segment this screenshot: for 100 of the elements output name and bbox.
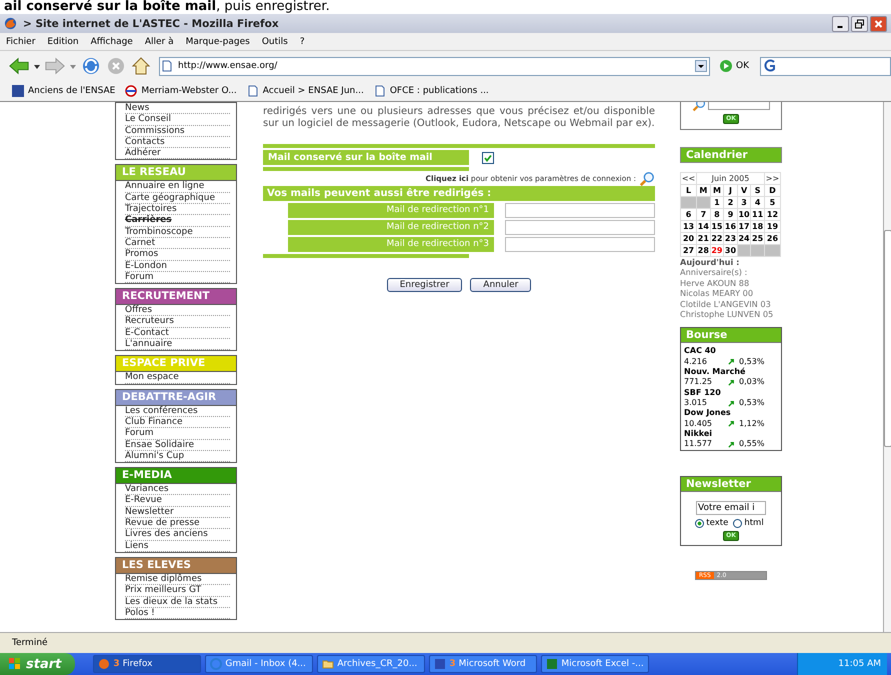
- sidebar-link[interactable]: Carte géographique: [125, 192, 230, 204]
- calendar-day[interactable]: 27: [680, 244, 697, 256]
- calendar-day[interactable]: 28: [696, 244, 710, 256]
- taskbar-button[interactable]: Microsoft Excel -...: [541, 655, 650, 673]
- previous-month-link[interactable]: <<: [680, 172, 697, 184]
- menu-item[interactable]: Aller à: [144, 36, 174, 46]
- sidebar-link[interactable]: Ensae Solidaire: [125, 440, 230, 451]
- menu-item[interactable]: Fichier: [6, 36, 36, 46]
- sidebar-link[interactable]: Livres des anciens: [125, 529, 230, 541]
- calendar-day[interactable]: 22: [710, 232, 724, 244]
- radio-button[interactable]: [695, 518, 704, 528]
- sidebar-link[interactable]: Carrières: [125, 215, 230, 227]
- calendar-day[interactable]: 7: [696, 208, 710, 220]
- calendar-day[interactable]: 10: [737, 208, 751, 220]
- calendar-day[interactable]: 5: [764, 196, 780, 208]
- calendar-day[interactable]: 2: [724, 196, 738, 208]
- sidebar-link[interactable]: Liens: [125, 540, 230, 552]
- calendar-day[interactable]: 8: [710, 208, 724, 220]
- bookmark-item[interactable]: Accueil > ENSAE Jun...: [246, 85, 364, 97]
- sidebar-link[interactable]: News: [125, 103, 230, 114]
- sidebar-link[interactable]: Newsletter: [125, 506, 230, 518]
- sidebar-link[interactable]: Annuaire en ligne: [125, 181, 230, 193]
- sidebar-link[interactable]: Variances: [125, 484, 230, 496]
- menu-item[interactable]: Edition: [47, 36, 79, 46]
- sidebar-link[interactable]: Offres: [125, 305, 230, 316]
- calendar-day[interactable]: 17: [737, 220, 751, 232]
- sidebar-link[interactable]: Contacts: [125, 136, 230, 148]
- sidebar-link[interactable]: Les conférences: [125, 406, 230, 417]
- calendar-day[interactable]: 3: [737, 196, 751, 208]
- bookmark-item[interactable]: Merriam-Webster O...: [125, 85, 237, 97]
- calendar-day[interactable]: 19: [764, 220, 780, 232]
- sidebar-link[interactable]: Forum: [125, 428, 230, 440]
- sidebar-link[interactable]: Promos: [125, 249, 230, 261]
- sidebar-link[interactable]: L'annuaire: [125, 339, 230, 350]
- calendar-day[interactable]: 16: [724, 220, 738, 232]
- sidebar-link[interactable]: Club Finance: [125, 416, 230, 428]
- back-arrow-icon[interactable]: [8, 56, 30, 76]
- sidebar-link[interactable]: Alumni's Cup: [125, 450, 230, 462]
- sidebar-link[interactable]: Carnet: [125, 238, 230, 250]
- sidebar-link[interactable]: Mon espace: [125, 372, 230, 384]
- calendar-day[interactable]: 14: [696, 220, 710, 232]
- address-field[interactable]: http://www.ensae.org/: [159, 56, 710, 76]
- calendar-day[interactable]: 6: [680, 208, 697, 220]
- calendar-day[interactable]: 30: [724, 244, 738, 256]
- calendar-day[interactable]: 29: [710, 244, 724, 256]
- taskbar-button[interactable]: Archives_CR_20...: [317, 655, 426, 673]
- search-field[interactable]: [760, 56, 891, 76]
- home-icon[interactable]: [130, 56, 152, 76]
- radio-button[interactable]: [733, 518, 742, 528]
- email-input[interactable]: Votre email i: [696, 501, 766, 516]
- calendar-day[interactable]: 12: [764, 208, 780, 220]
- restore-button[interactable]: [851, 16, 868, 32]
- sidebar-link[interactable]: Recruteurs: [125, 316, 230, 328]
- dropdown-icon[interactable]: [695, 60, 707, 72]
- bookmark-item[interactable]: Anciens de l'ENSAE: [12, 85, 116, 97]
- go-button[interactable]: OK: [736, 61, 749, 71]
- menu-item[interactable]: Affichage: [90, 36, 133, 46]
- calendar-day[interactable]: 20: [680, 232, 697, 244]
- menu-item[interactable]: ?: [300, 36, 305, 46]
- menu-item[interactable]: Outils: [262, 36, 288, 46]
- calendar-day[interactable]: 21: [696, 232, 710, 244]
- sidebar-link[interactable]: Adhérer: [125, 148, 230, 160]
- taskbar-button[interactable]: Gmail - Inbox (4...: [205, 655, 314, 673]
- sidebar-link[interactable]: E-Revue: [125, 495, 230, 507]
- email-input[interactable]: [505, 237, 655, 252]
- magnifier-icon[interactable]: [639, 170, 655, 186]
- minimize-button[interactable]: [832, 16, 849, 32]
- bookmark-item[interactable]: OFCE : publications ...: [374, 85, 489, 97]
- sidebar-link[interactable]: E-Contact: [125, 328, 230, 340]
- sidebar-link[interactable]: Le Conseil: [125, 114, 230, 126]
- taskbar-button[interactable]: 3 Microsoft Word: [429, 655, 538, 673]
- taskbar-button[interactable]: 3 Firefox: [93, 655, 202, 673]
- calendar-day[interactable]: 9: [724, 208, 738, 220]
- sidebar-link[interactable]: Commissions: [125, 126, 230, 137]
- go-icon[interactable]: [719, 59, 733, 73]
- email-input[interactable]: [505, 203, 655, 218]
- close-button[interactable]: [870, 16, 887, 32]
- sidebar-link[interactable]: E-London: [125, 260, 230, 272]
- scrollbar[interactable]: [883, 102, 891, 632]
- sidebar-link[interactable]: Forum: [125, 272, 230, 284]
- calendar-day[interactable]: 11: [750, 208, 764, 220]
- calendar-day[interactable]: 4: [750, 196, 764, 208]
- sidebar-link[interactable]: Trajectoires: [125, 204, 230, 216]
- sidebar-link[interactable]: Prix meilleurs GT: [125, 585, 230, 596]
- sidebar-link[interactable]: Remise diplômes: [125, 574, 230, 586]
- form-button[interactable]: Annuler: [470, 278, 532, 292]
- email-input[interactable]: [505, 220, 655, 235]
- calendar-day[interactable]: 1: [710, 196, 724, 208]
- calendar-day[interactable]: 23: [724, 232, 738, 244]
- sidebar-link[interactable]: Revue de presse: [125, 518, 230, 530]
- calendar-day[interactable]: 13: [680, 220, 697, 232]
- form-button[interactable]: Enregistrer: [386, 278, 462, 292]
- sidebar-link[interactable]: Polos !: [125, 608, 230, 620]
- sidebar-link[interactable]: Les dieux de la stats: [125, 596, 230, 608]
- checkbox[interactable]: [482, 152, 494, 164]
- reload-icon[interactable]: [80, 56, 102, 76]
- next-month-link[interactable]: >>: [764, 172, 780, 184]
- menu-item[interactable]: Marque-pages: [186, 36, 250, 46]
- sidebar-link[interactable]: Trombinoscope: [125, 226, 230, 238]
- calendar-day[interactable]: 15: [710, 220, 724, 232]
